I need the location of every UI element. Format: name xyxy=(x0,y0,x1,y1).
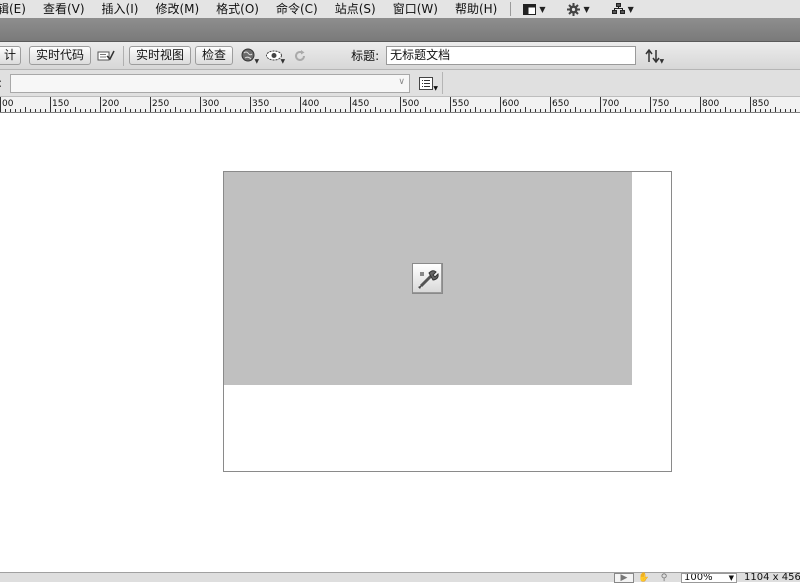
menu-edit[interactable]: 辑(E) xyxy=(0,2,26,16)
toolbar-separator xyxy=(123,45,125,66)
design-canvas[interactable] xyxy=(0,114,800,572)
ruler-label: 700 xyxy=(602,99,619,109)
window-size[interactable]: 1104 x 456 xyxy=(744,573,800,583)
ruler-label: 850 xyxy=(752,99,769,109)
horizontal-ruler: 00 150 200 250 300 350 400 450 500 550 600 650 700 75… xyxy=(0,97,800,113)
visual-aids-icon[interactable]: ▼ xyxy=(263,46,285,66)
menu-format[interactable]: 格式(O) xyxy=(216,2,259,16)
file-management-icon[interactable]: ▼ xyxy=(642,46,664,66)
document-tab-bar xyxy=(0,18,800,42)
ruler-label: 450 xyxy=(352,99,369,109)
menu-bar: 辑(E) 查看(V) 插入(I) 修改(M) 格式(O) 命令(C) 站点(S)… xyxy=(0,0,800,18)
design-view-button[interactable]: 计 xyxy=(0,46,22,65)
menu-window[interactable]: 窗口(W) xyxy=(393,2,438,16)
menu-help[interactable]: 帮助(H) xyxy=(455,2,497,16)
ruler-label: 200 xyxy=(102,99,119,109)
live-code-button[interactable]: 实时代码 xyxy=(29,46,92,65)
inspect-button[interactable]: 检查 xyxy=(195,46,234,65)
gear-icon[interactable]: ▼ xyxy=(567,2,590,16)
ruler-label: 400 xyxy=(302,99,319,109)
document-title-input[interactable]: 无标题文档 xyxy=(386,46,637,65)
plugin-icon xyxy=(412,263,443,294)
address-bar: : ∨ ▼ xyxy=(0,70,800,97)
live-view-button[interactable]: 实时视图 xyxy=(129,46,192,65)
ruler-label: 300 xyxy=(202,99,219,109)
ruler-label: 150 xyxy=(52,99,69,109)
title-label: 标题: xyxy=(351,49,380,63)
site-icon[interactable]: ▼ xyxy=(611,3,634,15)
ruler-label: 250 xyxy=(152,99,169,109)
chevron-down-icon[interactable]: ∨ xyxy=(398,77,405,87)
layout-icon[interactable]: ▼ xyxy=(523,3,545,15)
ruler-label: 550 xyxy=(452,99,469,109)
ruler-label: 650 xyxy=(552,99,569,109)
address-label: : xyxy=(0,76,6,90)
menu-separator xyxy=(510,2,512,16)
menu-commands[interactable]: 命令(C) xyxy=(276,2,318,16)
zoom-chevron-down-icon[interactable]: ▼ xyxy=(729,574,734,582)
menu-view[interactable]: 查看(V) xyxy=(43,2,85,16)
ruler-label: 350 xyxy=(252,99,269,109)
refresh-icon[interactable] xyxy=(289,46,311,66)
document-toolbar: 计 实时代码 实时视图 检查 ▼ ▼ 标题: 无标题文档 ▼ xyxy=(0,42,800,70)
preview-browser-icon[interactable]: ▼ xyxy=(237,46,259,66)
browser-options-icon[interactable]: ▼ xyxy=(414,73,438,93)
menu-modify[interactable]: 修改(M) xyxy=(155,2,199,16)
ruler-ticks: 00 150 200 250 300 350 400 450 500 550 600 650 700 75… xyxy=(0,97,796,112)
ruler-label: 500 xyxy=(402,99,419,109)
menu-site[interactable]: 站点(S) xyxy=(335,2,376,16)
status-bar: ▶ ✋ ⚲ 100% ▼ 1104 x 456 xyxy=(0,572,800,583)
ruler-label: 800 xyxy=(702,99,719,109)
ruler-label: 600 xyxy=(502,99,519,109)
addressbar-separator xyxy=(442,72,443,94)
ruler-label: 750 xyxy=(652,99,669,109)
address-input[interactable]: ∨ xyxy=(10,73,410,93)
menu-insert[interactable]: 插入(I) xyxy=(102,2,139,16)
ruler-label: 00 xyxy=(2,99,14,109)
check-compatibility-icon[interactable] xyxy=(95,46,117,66)
plugin-placeholder[interactable] xyxy=(224,172,632,385)
page-frame xyxy=(223,171,672,472)
